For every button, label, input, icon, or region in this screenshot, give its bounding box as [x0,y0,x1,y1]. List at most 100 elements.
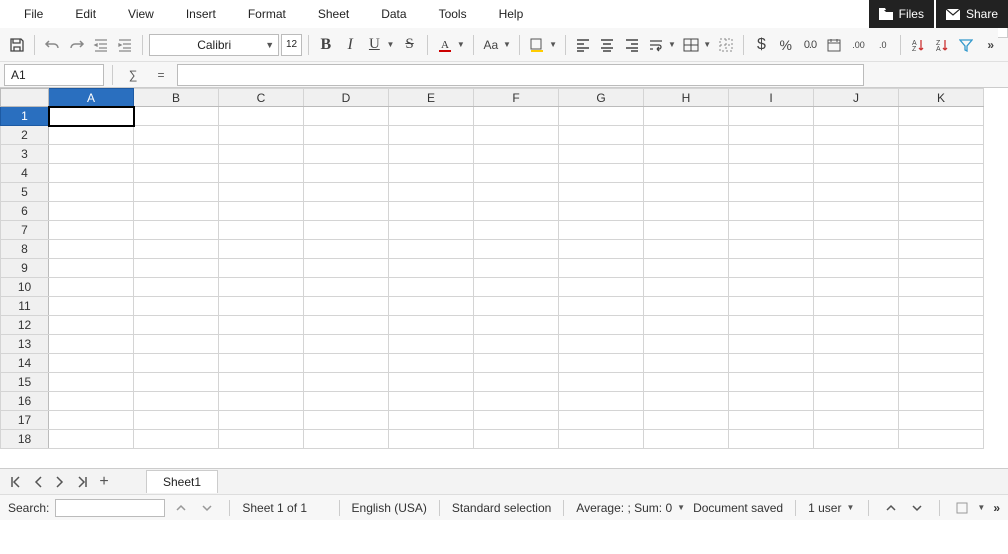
search-input[interactable] [55,499,165,517]
cell[interactable] [899,145,984,164]
row-header[interactable]: 9 [1,259,49,278]
menu-tools[interactable]: Tools [423,0,483,28]
cell[interactable] [49,202,134,221]
menu-file[interactable]: File [8,0,59,28]
cell[interactable] [644,183,729,202]
cell[interactable] [49,335,134,354]
cell[interactable] [729,259,814,278]
row-header[interactable]: 18 [1,430,49,449]
cell[interactable] [559,202,644,221]
share-button[interactable]: Share [936,0,1008,28]
column-header[interactable]: H [644,89,729,107]
cell[interactable] [814,430,899,449]
cell[interactable] [814,107,899,126]
cell[interactable] [644,145,729,164]
cell[interactable] [134,183,219,202]
italic-button[interactable]: I [339,33,361,57]
cell[interactable] [644,107,729,126]
cell[interactable] [559,430,644,449]
cell[interactable] [559,145,644,164]
cell[interactable] [474,354,559,373]
cell[interactable] [814,316,899,335]
cell[interactable] [49,411,134,430]
bold-button[interactable]: B [315,33,337,57]
cell[interactable] [729,411,814,430]
cell[interactable] [134,145,219,164]
cell[interactable] [389,164,474,183]
cell[interactable] [304,202,389,221]
sheet-tab[interactable]: Sheet1 [146,470,218,493]
currency-button[interactable]: $ [750,33,772,57]
row-header[interactable]: 12 [1,316,49,335]
redo-button[interactable] [65,33,87,57]
sort-desc-button[interactable]: ZA [931,33,953,57]
cell[interactable] [559,278,644,297]
cell[interactable] [814,411,899,430]
cell[interactable] [814,392,899,411]
cell[interactable] [474,392,559,411]
cell[interactable] [389,278,474,297]
column-header[interactable]: K [899,89,984,107]
cell[interactable] [899,221,984,240]
cell[interactable] [304,278,389,297]
cell[interactable] [559,259,644,278]
cell[interactable] [134,373,219,392]
column-header[interactable]: I [729,89,814,107]
cell[interactable] [389,373,474,392]
cell[interactable] [474,126,559,145]
cell[interactable] [729,354,814,373]
first-sheet-button[interactable] [6,472,26,492]
cell[interactable] [559,183,644,202]
cell[interactable] [304,183,389,202]
column-header[interactable]: D [304,89,389,107]
align-center-button[interactable] [596,33,618,57]
chevron-down-icon[interactable]: ▼ [549,40,557,49]
cell[interactable] [559,240,644,259]
cell[interactable] [219,392,304,411]
cell[interactable] [644,202,729,221]
cell[interactable] [219,297,304,316]
row-header[interactable]: 11 [1,297,49,316]
column-header[interactable]: A [49,89,134,107]
cell[interactable] [899,392,984,411]
decrease-indent-button[interactable] [90,33,112,57]
cell[interactable] [134,202,219,221]
status-overflow-button[interactable]: » [993,501,1000,515]
zoom-out-button[interactable] [881,498,901,518]
cell[interactable] [729,126,814,145]
cell[interactable] [729,221,814,240]
cell[interactable] [559,316,644,335]
cell[interactable] [899,316,984,335]
cell[interactable] [49,107,134,126]
cell[interactable] [814,164,899,183]
menu-format[interactable]: Format [232,0,302,28]
cell[interactable] [304,411,389,430]
cell[interactable] [644,221,729,240]
increase-indent-button[interactable] [114,33,136,57]
spreadsheet-grid[interactable]: ABCDEFGHIJK123456789101112131415161718 [0,88,1008,468]
search-prev-button[interactable] [171,498,191,518]
selection-mode[interactable]: Standard selection [452,501,551,515]
cell[interactable] [899,278,984,297]
chevron-down-icon[interactable]: ▼ [703,40,711,49]
cell[interactable] [729,107,814,126]
cell[interactable] [49,221,134,240]
align-left-button[interactable] [572,33,594,57]
chevron-down-icon[interactable]: ▼ [677,503,685,512]
cell[interactable] [219,259,304,278]
cell[interactable] [389,126,474,145]
filter-button[interactable] [955,33,977,57]
cell[interactable] [899,107,984,126]
cell[interactable] [304,259,389,278]
cell[interactable] [304,335,389,354]
cell[interactable] [49,278,134,297]
cell[interactable] [219,278,304,297]
fill-color-button[interactable] [526,33,548,57]
cell[interactable] [304,430,389,449]
cell[interactable] [49,430,134,449]
cell[interactable] [814,278,899,297]
cell[interactable] [49,145,134,164]
zoom-in-button[interactable] [907,498,927,518]
cell[interactable] [389,430,474,449]
merge-cells-button[interactable] [680,33,702,57]
